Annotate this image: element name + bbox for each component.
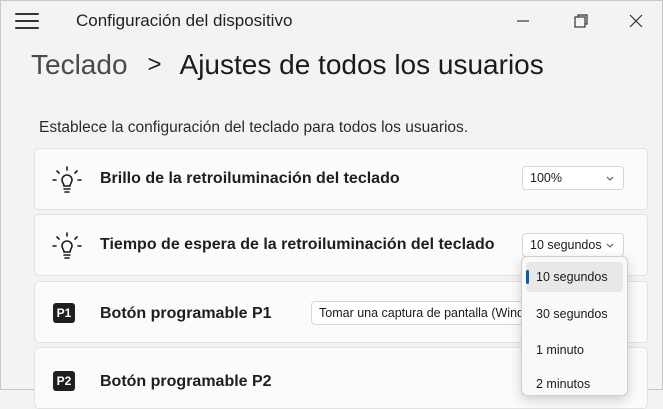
- close-icon: [629, 14, 643, 28]
- breadcrumb-separator: >: [147, 51, 162, 78]
- hamburger-icon[interactable]: [15, 13, 39, 31]
- select-value: 100%: [530, 171, 562, 185]
- select-value: 10 segundos: [530, 238, 602, 252]
- setting-label: Botón programable P1: [100, 305, 272, 322]
- select-value: Tomar una captura de pantalla (Windows: [319, 306, 529, 320]
- dropdown-option-2min[interactable]: 2 minutos: [526, 369, 623, 395]
- page-title: Ajustes de todos los usuarios: [179, 49, 544, 80]
- close-button[interactable]: [616, 7, 656, 35]
- maximize-button[interactable]: [561, 7, 601, 35]
- title-bar: Configuración del dispositivo: [1, 1, 662, 41]
- dropdown-option-1min[interactable]: 1 minuto: [526, 335, 623, 365]
- chevron-down-icon: [606, 176, 614, 181]
- dropdown-option-30s[interactable]: 30 segundos: [526, 299, 623, 329]
- p1-action-select[interactable]: Tomar una captura de pantalla (Windows: [311, 301, 529, 325]
- timeout-dropdown-menu: 10 segundos 30 segundos 1 minuto 2 minut…: [521, 256, 628, 396]
- breadcrumb-parent[interactable]: Teclado: [31, 49, 128, 81]
- minimize-button[interactable]: [503, 7, 543, 35]
- brightness-select[interactable]: 100%: [522, 166, 624, 190]
- p2-key-icon: P2: [53, 371, 75, 391]
- p1-key-icon: P1: [53, 303, 75, 323]
- breadcrumb: Teclado > Ajustes de todos los usuarios: [31, 49, 544, 81]
- dropdown-option-10s[interactable]: 10 segundos: [526, 262, 623, 292]
- app-window: Configuración del dispositivo Teclado > …: [0, 0, 663, 409]
- setting-backlight-brightness: Brillo de la retroiluminación del teclad…: [34, 148, 648, 210]
- lightbulb-icon: [52, 232, 82, 259]
- lightbulb-icon: [52, 166, 82, 193]
- maximize-icon: [574, 14, 588, 28]
- window-title: Configuración del dispositivo: [76, 11, 293, 30]
- setting-label: Tiempo de espera de la retroiluminación …: [100, 236, 495, 253]
- page-description: Establece la configuración del teclado p…: [39, 119, 469, 136]
- timeout-select[interactable]: 10 segundos: [522, 233, 624, 257]
- setting-label: Brillo de la retroiluminación del teclad…: [100, 170, 400, 187]
- chevron-down-icon: [606, 243, 614, 248]
- setting-label: Botón programable P2: [100, 373, 272, 390]
- minimize-icon: [517, 20, 529, 22]
